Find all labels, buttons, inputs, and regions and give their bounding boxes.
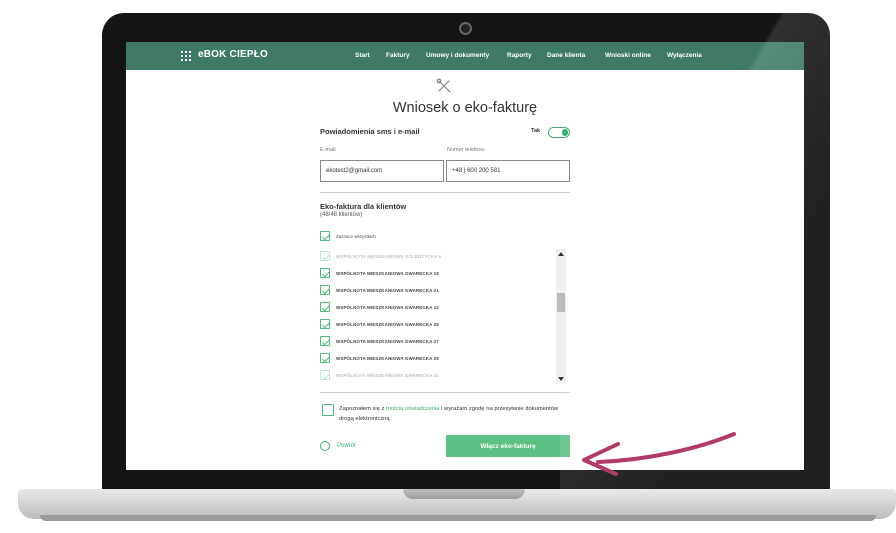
client-checkbox[interactable] [320,251,330,261]
toggle-knob [561,129,568,136]
section-divider [320,192,570,193]
annotation-arrow-icon [582,432,736,476]
nav-item-dane-klienta[interactable]: Dane klienta [547,52,585,59]
notifications-title: Powiadomienia sms i e-mail [320,127,420,136]
email-label: E-mail [320,147,336,153]
list-item[interactable]: WSPÓLNOTA MIESZKANIOWA GWARECKA 29 [320,350,555,367]
client-checkbox[interactable] [320,285,330,295]
list-item[interactable]: WSPÓLNOTA MIESZKANIOWA GOLĘDZYCKA 9 [320,248,555,265]
consent-text: Zapoznałem się z treścią oświadczenia i … [339,404,574,424]
client-name: WSPÓLNOTA MIESZKANIOWA GWARECKA 21 [336,288,439,293]
phone-label: Numer telefonu [447,147,485,153]
scroll-up-icon[interactable] [558,252,564,256]
client-name: WSPÓLNOTA MIESZKANIOWA GWARECKA 25 [336,322,439,327]
eko-subtitle: (48/48 klientów) [320,212,363,218]
scroll-down-icon[interactable] [558,377,564,381]
laptop-base-bottom [40,515,876,521]
apps-grid-icon[interactable] [181,51,191,61]
client-name: WSPÓLNOTA MIESZKANIOWA GWARECKA 19 [336,271,439,276]
client-checkbox[interactable] [320,302,330,312]
client-name: WSPÓLNOTA MIESZKANIOWA GOLĘDZYCKA 9 [336,254,442,259]
notifications-toggle[interactable] [548,127,570,138]
client-name: WSPÓLNOTA MIESZKANIOWA GWARECKA 27 [336,339,439,344]
screen: eBOK CIEPŁO Start Faktury Umowy i dokume… [126,42,804,470]
toggle-label: Tak [531,128,541,134]
nav-item-start[interactable]: Start [355,52,370,59]
laptop-base-notch [403,489,525,499]
nav-item-umowy[interactable]: Umowy i dokumenty [426,52,489,59]
tools-icon [436,78,451,93]
back-circle-icon[interactable] [320,441,330,451]
email-field[interactable]: ekotest2@gmail.com [320,160,444,182]
select-all-checkbox[interactable] [320,231,330,241]
nav-item-raporty[interactable]: Raporty [507,52,532,59]
consent-text-before: Zapoznałem się z [339,406,387,412]
consent-checkbox[interactable] [322,404,334,416]
nav-item-wnioski[interactable]: Wnioski online [605,52,651,59]
list-item[interactable]: WSPÓLNOTA MIESZKANIOWA GWARECKA 25 [320,316,555,333]
list-item[interactable]: WSPÓLNOTA MIESZKANIOWA GWARECKA 21 [320,282,555,299]
client-checkbox[interactable] [320,319,330,329]
list-scrollbar[interactable] [556,249,566,384]
camera-icon [459,22,472,35]
list-item[interactable]: WSPÓLNOTA MIESZKANIOWA GWARECKA 23 [320,299,555,316]
clients-list[interactable]: WSPÓLNOTA MIESZKANIOWA GOLĘDZYCKA 9 WSPÓ… [320,248,570,384]
enable-eko-invoice-button[interactable]: Włącz eko-fakturę [446,435,570,457]
client-name: WSPÓLNOTA MIESZKANIOWA GWARECKA 29 [336,356,439,361]
client-checkbox[interactable] [320,268,330,278]
client-checkbox[interactable] [320,370,330,380]
list-item[interactable]: WSPÓLNOTA MIESZKANIOWA GWARECKA 27 [320,333,555,350]
page-title: Wniosek o eko-fakturę [392,100,538,116]
select-all-label: Zaznacz wszystkich [336,234,376,239]
scroll-thumb[interactable] [557,293,565,312]
app-logo[interactable]: eBOK CIEPŁO [198,49,268,60]
section-divider [320,392,570,393]
consent-link[interactable]: treścią oświadczenia [386,406,440,412]
back-link[interactable]: Powrót [337,443,356,449]
eko-title: Eko-faktura dla klientów [320,202,407,211]
phone-field[interactable]: +48 | 600 200 581 [446,160,570,182]
list-item[interactable]: WSPÓLNOTA MIESZKANIOWA GWARECKA 31 [320,367,555,384]
client-checkbox[interactable] [320,336,330,346]
nav-item-wylaczenia[interactable]: Wyłączenia [667,52,702,59]
top-navbar: eBOK CIEPŁO Start Faktury Umowy i dokume… [126,42,804,70]
client-name: WSPÓLNOTA MIESZKANIOWA GWARECKA 23 [336,305,439,310]
client-checkbox[interactable] [320,353,330,363]
nav-item-faktury[interactable]: Faktury [386,52,409,59]
client-name: WSPÓLNOTA MIESZKANIOWA GWARECKA 31 [336,373,439,378]
list-item[interactable]: WSPÓLNOTA MIESZKANIOWA GWARECKA 19 [320,265,555,282]
